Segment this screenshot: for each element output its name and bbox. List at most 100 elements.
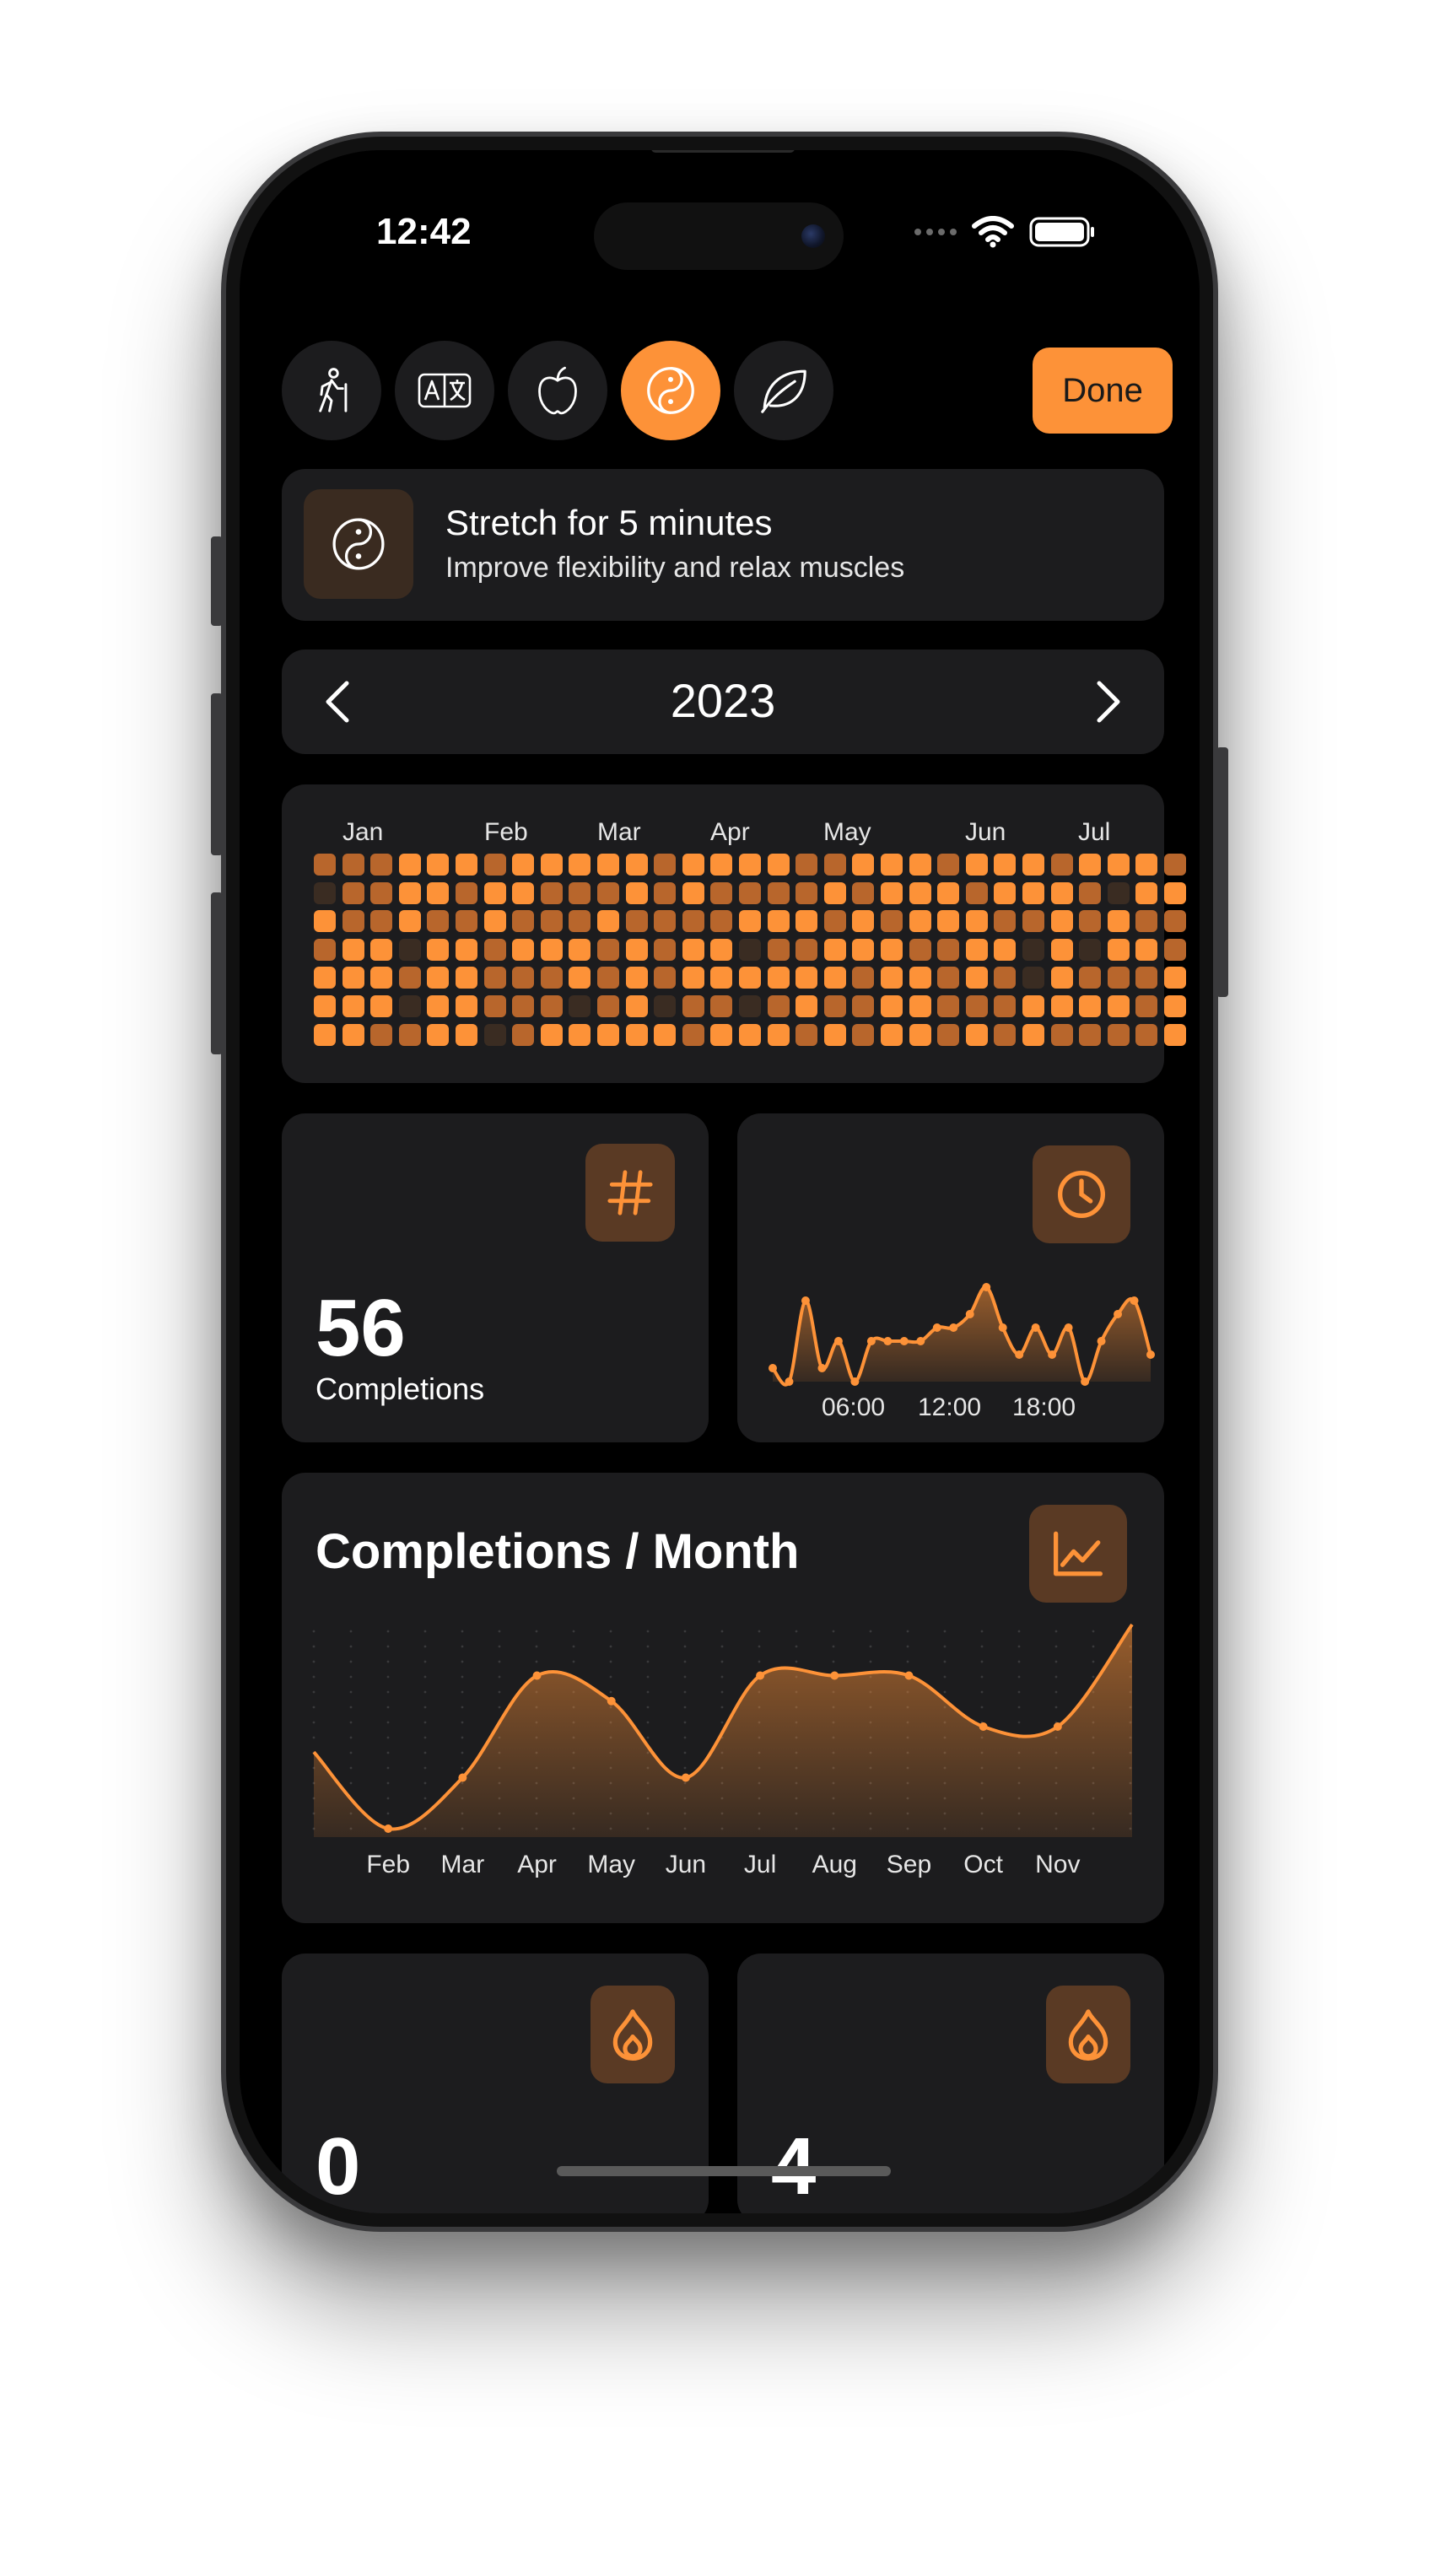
grid-dot	[312, 1675, 316, 1679]
heatmap-cell	[881, 967, 903, 989]
flame-icon	[1068, 2009, 1108, 2061]
heatmap-cell	[1022, 938, 1044, 961]
grid-dot	[1017, 1721, 1021, 1724]
grid-dot	[461, 1751, 464, 1754]
grid-dot	[720, 1630, 724, 1633]
heatmap-cell	[1022, 967, 1044, 989]
grid-dot	[646, 1690, 650, 1694]
heatmap-cell	[1135, 910, 1158, 933]
heatmap-cell	[767, 910, 790, 933]
time-of-day-point	[949, 1323, 958, 1332]
heatmap-cell	[1022, 881, 1044, 904]
heatmap-cell	[427, 1023, 450, 1046]
grid-dot	[349, 1766, 353, 1770]
heatmap-cell	[370, 854, 393, 876]
heatmap-cell	[1135, 938, 1158, 961]
heatmap-cell	[1135, 1023, 1158, 1046]
heatmap-cell	[881, 910, 903, 933]
heatmap-month-label: Feb	[484, 818, 528, 846]
heatmap-cell	[569, 910, 591, 933]
speaker-grille	[651, 150, 795, 153]
heatmap-cell	[682, 910, 704, 933]
heatmap-cell	[1079, 854, 1102, 876]
grid-dot	[683, 1675, 687, 1679]
grid-dot	[498, 1706, 501, 1709]
heatmap-cell	[881, 1023, 903, 1046]
grid-dot	[646, 1630, 650, 1633]
category-hiking[interactable]	[282, 341, 381, 440]
grid-dot	[386, 1645, 390, 1648]
heatmap-cell	[1050, 995, 1073, 1017]
heatmap-cell	[370, 881, 393, 904]
category-language[interactable]	[395, 341, 494, 440]
heatmap-cell	[540, 910, 563, 933]
heatmap-cell	[881, 938, 903, 961]
heatmap-cell	[710, 881, 733, 904]
category-mindfulness[interactable]	[621, 341, 720, 440]
grid-dot	[609, 1675, 612, 1679]
heatmap-cell	[823, 938, 846, 961]
grid-dot	[906, 1645, 909, 1648]
heatmap-cell	[342, 854, 364, 876]
heatmap-cell	[398, 910, 421, 933]
heatmap-cell	[852, 910, 875, 933]
heatmap-cell	[937, 995, 960, 1017]
heatmap-cell	[1107, 881, 1130, 904]
home-indicator[interactable]	[557, 2166, 891, 2176]
heatmap-cell	[710, 938, 733, 961]
grid-dot	[609, 1630, 612, 1633]
heatmap-month-label: Jul	[1078, 818, 1111, 846]
time-of-day-area	[773, 1286, 1151, 1385]
grid-dot	[758, 1660, 761, 1663]
done-button[interactable]: Done	[1033, 348, 1173, 434]
heatmap-cell	[852, 995, 875, 1017]
grid-dot	[1054, 1660, 1058, 1663]
heatmap-cell	[654, 910, 677, 933]
heatmap-cell	[569, 881, 591, 904]
next-year-button[interactable]	[1083, 676, 1134, 727]
heatmap-cell	[1107, 910, 1130, 933]
grid-dot	[1092, 1645, 1095, 1648]
grid-dot	[906, 1630, 909, 1633]
grid-dot	[312, 1645, 316, 1648]
heatmap-cell	[965, 881, 988, 904]
heatmap-cell	[1079, 967, 1102, 989]
grid-dot	[423, 1751, 427, 1754]
grid-dot	[461, 1766, 464, 1770]
grid-dot	[720, 1675, 724, 1679]
grid-dot	[869, 1660, 872, 1663]
grid-dot	[1017, 1660, 1021, 1663]
volume-up-button	[211, 693, 223, 855]
grid-dot	[423, 1660, 427, 1663]
heatmap-cell	[569, 938, 591, 961]
heatmap-cell	[654, 854, 677, 876]
grid-dot	[720, 1690, 724, 1694]
heatmap-cell	[625, 854, 648, 876]
heatmap-cell	[937, 1023, 960, 1046]
category-nature[interactable]	[734, 341, 833, 440]
habit-card[interactable]: Stretch for 5 minutes Improve flexibilit…	[282, 469, 1164, 621]
grid-dot	[535, 1630, 538, 1633]
heatmap-cell	[512, 967, 535, 989]
heatmap-cell	[398, 938, 421, 961]
heatmap-cell	[1164, 967, 1186, 989]
translate-icon	[418, 373, 472, 408]
grid-dot	[683, 1721, 687, 1724]
grid-dot	[386, 1660, 390, 1663]
heatmap-cell	[398, 854, 421, 876]
grid-dot	[758, 1630, 761, 1633]
hash-icon	[607, 1170, 653, 1215]
heatmap-cell	[823, 967, 846, 989]
category-nutrition[interactable]	[508, 341, 607, 440]
heatmap-cell	[483, 881, 506, 904]
completions-icon-tile	[585, 1144, 675, 1242]
grid-dot	[1092, 1630, 1095, 1633]
heatmap-cell	[597, 938, 619, 961]
heatmap-cell	[994, 995, 1017, 1017]
heatmap-cell	[1107, 995, 1130, 1017]
grid-dot	[386, 1706, 390, 1709]
heatmap-cell	[1164, 995, 1186, 1017]
heatmap-cell	[569, 854, 591, 876]
grid-dot	[1054, 1630, 1058, 1633]
grid-dot	[423, 1630, 427, 1633]
